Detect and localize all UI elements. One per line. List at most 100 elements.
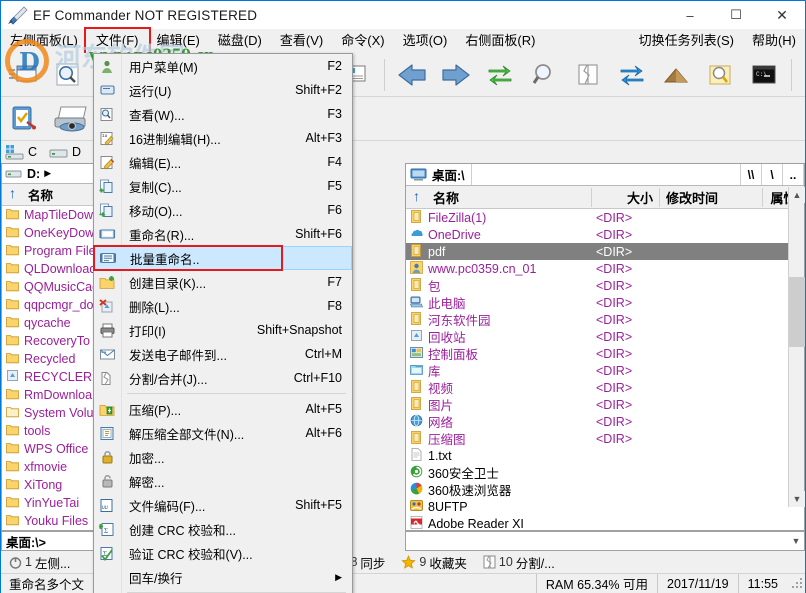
menu-item-eol[interactable]: 回车/换行 ▶ (94, 565, 352, 589)
menu-item-delete[interactable]: 删除(L)... F8 (94, 294, 352, 318)
menu-item-lock[interactable]: 加密... (94, 445, 352, 469)
refresh-green-icon[interactable] (479, 55, 521, 95)
search-icon[interactable] (46, 55, 88, 95)
right-file-row[interactable]: 河东软件园 <DIR> (406, 311, 804, 328)
right-file-row[interactable]: 网络 <DIR> (406, 413, 804, 430)
pyramid-icon[interactable] (655, 55, 697, 95)
menu-item-encode[interactable]: UU 文件编码(F)... Shift+F5 (94, 493, 352, 517)
right-scrollbar[interactable]: ▲ ▼ (788, 187, 805, 507)
right-file-row[interactable]: FileZilla(1) <DIR> (406, 209, 804, 226)
drive-button-d[interactable]: D (45, 143, 89, 161)
menu-item-multi-rename[interactable]: 批量重命名.. (93, 245, 352, 271)
right-file-row[interactable]: 回收站 <DIR> (406, 328, 804, 345)
command-prompt-icon[interactable]: C:\ (743, 55, 785, 95)
menu-edit[interactable]: 编辑(E) (148, 30, 209, 52)
menu-item-email[interactable]: 发送电子邮件到... Ctrl+M (94, 342, 352, 366)
right-path-label[interactable]: 桌面:\ (406, 164, 472, 185)
fk-left-num: 1 (25, 555, 32, 569)
right-file-row[interactable]: 360安全卫士 (406, 464, 804, 481)
menu-item-unlock[interactable]: 解密... (94, 469, 352, 493)
minimize-button[interactable]: – (667, 1, 713, 29)
right-scroll-up-icon[interactable]: ▲ (789, 187, 805, 203)
right-file-row[interactable]: 360极速浏览器 (406, 481, 804, 498)
compare-files-icon[interactable] (567, 55, 609, 95)
copy-icon (94, 174, 121, 198)
unc-root-button[interactable]: \\ (741, 164, 762, 185)
right-footer-scroll-down-icon[interactable]: ▼ (788, 532, 804, 550)
right-file-row[interactable]: Adobe Reader XI (406, 515, 804, 529)
right-file-row[interactable]: 包 <DIR> (406, 277, 804, 294)
menu-item-print[interactable]: 打印(I) Shift+Snapshot (94, 318, 352, 342)
right-file-row[interactable]: OneDrive <DIR> (406, 226, 804, 243)
fk-split[interactable]: 10 分割/... (475, 552, 563, 572)
run-icon (94, 78, 121, 102)
fk-favorites[interactable]: 9 收藏夹 (393, 552, 474, 572)
acrobat-icon (410, 515, 423, 530)
right-column-time[interactable]: 修改时间 (660, 187, 763, 207)
magnifier-icon[interactable] (523, 55, 565, 95)
folder-search-icon[interactable] (699, 55, 741, 95)
user-menu-icon (94, 54, 121, 78)
resize-grip[interactable] (791, 577, 805, 591)
right-path-blank[interactable] (472, 164, 741, 185)
parent-dir-button[interactable]: .. (783, 164, 804, 185)
menu-help[interactable]: 帮助(H) (743, 30, 805, 52)
right-file-row[interactable]: 库 <DIR> (406, 362, 804, 379)
menu-item-rename[interactable]: 重命名(R)... Shift+F6 (94, 222, 352, 246)
root-button[interactable]: \ (762, 164, 783, 185)
back-arrow-icon[interactable] (391, 55, 433, 95)
close-button[interactable]: ✕ (759, 1, 805, 29)
forward-arrow-icon[interactable] (435, 55, 477, 95)
menu-item-split-merge[interactable]: 分割/合并(J)... Ctrl+F10 (94, 366, 352, 390)
menu-item-view[interactable]: 查看(W)... F3 (94, 102, 352, 126)
application-window: EF Commander NOT REGISTERED – ☐ ✕ 左侧面板(L… (0, 0, 806, 593)
right-file-row[interactable]: www.pc0359.cn_01 <DIR> (406, 260, 804, 277)
right-file-row[interactable]: 1.txt (406, 447, 804, 464)
menu-item-edit[interactable]: 编辑(E)... F4 (94, 150, 352, 174)
right-scroll-down-icon[interactable]: ▼ (789, 491, 805, 507)
menu-item-run[interactable]: 运行(U) Shift+F2 (94, 78, 352, 102)
menu-right-panel[interactable]: 右侧面板(R) (456, 30, 544, 52)
maximize-button[interactable]: ☐ (713, 1, 759, 29)
right-file-row[interactable]: 此电脑 <DIR> (406, 294, 804, 311)
menu-options[interactable]: 选项(O) (394, 30, 457, 52)
right-column-size[interactable]: 大小 (592, 187, 660, 207)
checklist-icon[interactable] (2, 99, 44, 139)
menu-item-extract[interactable]: 解压缩全部文件(N)... Alt+F6 (94, 421, 352, 445)
right-file-row[interactable]: 图片 <DIR> (406, 396, 804, 413)
window-controls: – ☐ ✕ (667, 1, 805, 29)
library-icon (410, 363, 423, 379)
fk-power-button[interactable]: 1 左侧... (1, 552, 78, 572)
right-column-name[interactable]: 名称 (406, 187, 592, 207)
window-list-icon[interactable] (2, 55, 44, 95)
menu-item-copy[interactable]: 复制(C)... F5 (94, 174, 352, 198)
menu-disk[interactable]: 磁盘(D) (209, 30, 271, 52)
fk-left-label: 左侧... (34, 556, 71, 571)
right-file-list[interactable]: FileZilla(1) <DIR> OneDrive <DIR> pdf <DIR> ww… (406, 209, 804, 529)
menu-item-crc-verify[interactable]: Σ 验证 CRC 校验和(V)... (94, 541, 352, 565)
menu-left-panel[interactable]: 左侧面板(L) (1, 30, 87, 52)
right-file-row[interactable]: 8UFTP (406, 498, 804, 515)
printer-scanner-icon[interactable] (46, 99, 98, 139)
menu-item-crc-create[interactable]: Σ 创建 CRC 校验和... (94, 517, 352, 541)
menu-item-move[interactable]: 移动(O)... F6 (94, 198, 352, 222)
right-file-panel: 桌面:\ \\ \ .. 名称 大小 修改时间 属性 FileZilla(1) <… (405, 163, 805, 531)
menu-item-new-folder[interactable]: 创建目录(K)... F7 (94, 270, 352, 294)
menu-file[interactable]: 文件(F) (83, 27, 151, 56)
menu-command[interactable]: 命令(X) (332, 30, 393, 52)
menu-switch-task-list[interactable]: 切换任务列表(S) (630, 30, 743, 52)
right-scroll-thumb[interactable] (789, 277, 805, 347)
drive-button-c[interactable]: C (1, 143, 45, 161)
right-file-row[interactable]: 视频 <DIR> (406, 379, 804, 396)
menu-view[interactable]: 查看(V) (271, 30, 332, 52)
right-file-row[interactable]: pdf <DIR> (406, 243, 804, 260)
sync-blue-icon[interactable] (611, 55, 653, 95)
menu-item-hex-edit[interactable]: 1a 16进制编辑(H)... Alt+F3 (94, 126, 352, 150)
left-file-name: RecoveryTo (24, 334, 90, 348)
chevron-right-icon[interactable]: ▶ (44, 168, 51, 179)
right-file-size: <DIR> (596, 227, 633, 242)
menu-item-compress[interactable]: 压缩(P)... Alt+F5 (94, 397, 352, 421)
right-file-row[interactable]: 控制面板 <DIR> (406, 345, 804, 362)
right-file-row[interactable]: 压缩图 <DIR> (406, 430, 804, 447)
menu-item-user-menu[interactable]: 用户菜单(M) F2 (94, 54, 352, 78)
